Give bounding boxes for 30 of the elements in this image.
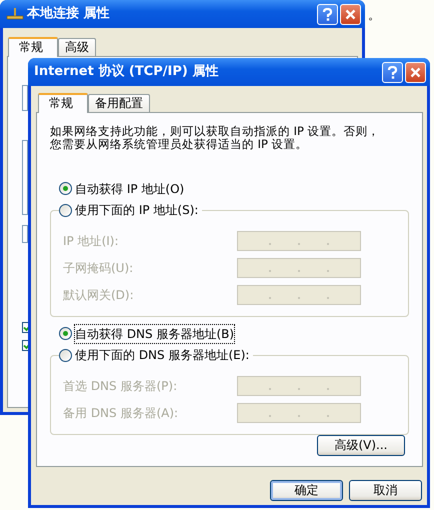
page-text: 。	[368, 7, 380, 24]
help-button[interactable]	[317, 4, 338, 24]
description-text: 您需要从网络系统管理员处获得适当的 IP 设置。	[50, 138, 309, 151]
radio-option[interactable]: 自动获得 DNS 服务器地址(B)	[59, 323, 409, 344]
cancel-button[interactable]: 取消	[349, 480, 422, 501]
close-button[interactable]	[405, 62, 426, 82]
radio-option[interactable]: 使用下面的 DNS 服务器地址(E):	[59, 344, 250, 366]
close-icon	[410, 66, 421, 78]
window-title: 本地连接 属性	[27, 4, 111, 24]
field-label: IP 地址(I):	[63, 232, 120, 250]
tab[interactable]: 高级	[58, 38, 96, 56]
field-label: 首选 DNS 服务器(P):	[63, 378, 178, 394]
tab[interactable]: 备用配置	[88, 94, 150, 112]
window-title: Internet 协议 (TCP/IP) 属性	[34, 62, 220, 82]
advanced-button[interactable]: 高级(V)...	[317, 435, 405, 456]
network-icon	[6, 7, 24, 21]
radio-option[interactable]: 使用下面的 IP 地址(S):	[59, 199, 198, 221]
help-button[interactable]	[382, 62, 403, 82]
question-mark-icon	[387, 66, 398, 78]
tab[interactable]: 常规	[38, 93, 88, 113]
field-label: 备用 DNS 服务器(A):	[63, 404, 180, 422]
field-label: 默认网关(D):	[63, 286, 135, 304]
close-icon	[345, 8, 356, 20]
description-text: 如果网络支持此功能，则可以获取自动指派的 IP 设置。否则，	[50, 125, 381, 138]
radio-option[interactable]: 自动获得 IP 地址(O)	[59, 178, 409, 199]
ok-button[interactable]: 确定	[270, 480, 343, 501]
tab[interactable]: 常规	[8, 37, 58, 57]
field-label: 子网掩码(U):	[63, 260, 134, 276]
question-mark-icon	[322, 8, 333, 20]
close-button[interactable]	[340, 4, 361, 24]
